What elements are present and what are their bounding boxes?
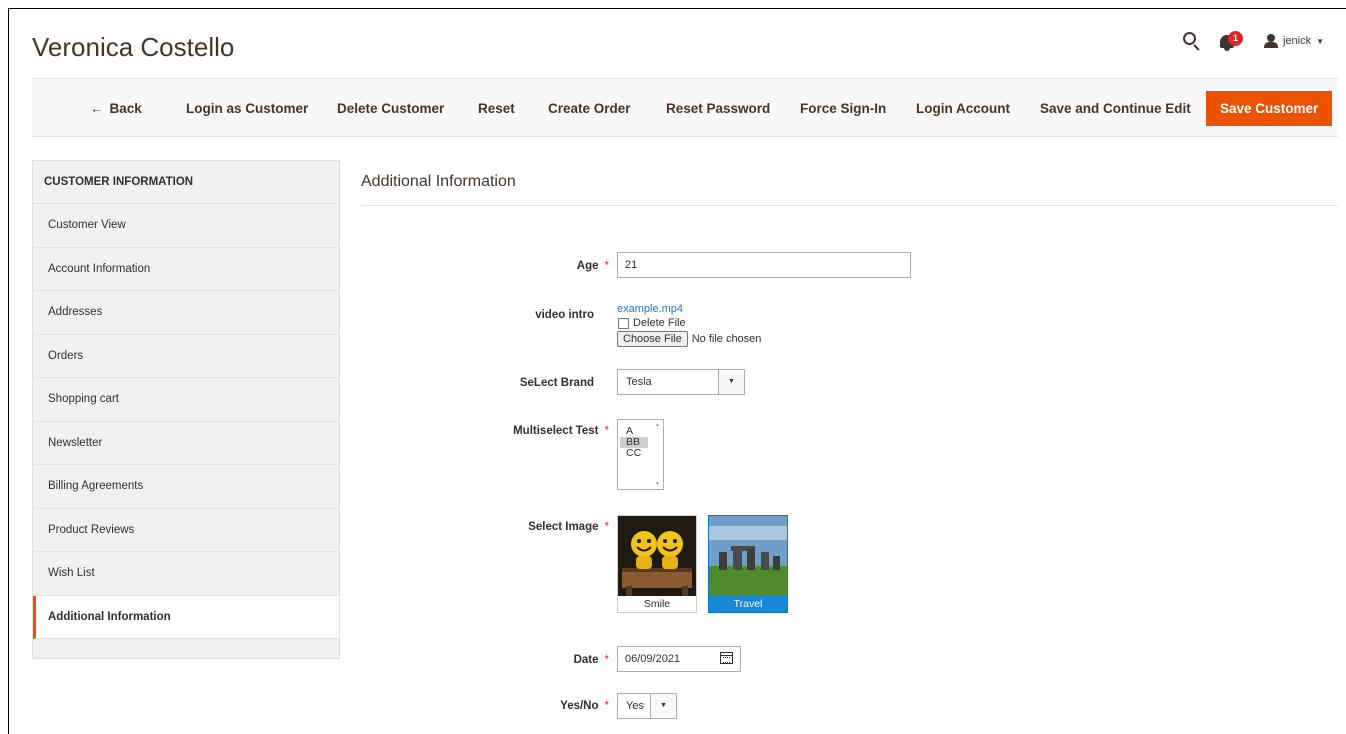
date-label: Date * xyxy=(573,654,609,666)
section-divider xyxy=(361,205,1338,206)
page-actions-toolbar: ← Back Login as Customer Delete Customer … xyxy=(32,78,1338,137)
reset-button[interactable]: Reset xyxy=(478,93,515,125)
image-option-caption: Travel xyxy=(733,598,763,610)
sidebar-item-wish-list[interactable]: Wish List xyxy=(33,552,339,596)
user-icon xyxy=(1263,34,1278,48)
multiselect-scrollbar[interactable]: ▲ ▼ xyxy=(653,420,663,489)
required-mark: * xyxy=(604,700,609,712)
delete-file-checkbox[interactable] xyxy=(618,317,629,329)
required-mark: * xyxy=(604,654,609,666)
back-button[interactable]: ← Back xyxy=(90,93,142,125)
video-intro-label: video intro xyxy=(535,309,594,321)
smile-image xyxy=(618,516,696,596)
delete-file-row: Delete File xyxy=(618,317,686,329)
customer-info-sidebar: CUSTOMER INFORMATION Customer View Accou… xyxy=(32,160,340,659)
notifications-button[interactable]: 1 xyxy=(1219,31,1246,51)
select-image-label: Select Image * xyxy=(528,521,609,533)
no-file-text: No file chosen xyxy=(691,333,762,345)
create-order-button[interactable]: Create Order xyxy=(548,93,631,125)
scroll-up-icon: ▲ xyxy=(655,422,660,428)
sidebar-item-additional-information[interactable]: Additional Information xyxy=(33,595,339,639)
image-option-caption: Smile xyxy=(643,598,671,610)
age-input[interactable]: 21 xyxy=(617,252,911,278)
brand-label: SeLect Brand xyxy=(519,377,594,389)
calendar-icon[interactable] xyxy=(720,652,733,664)
required-mark: * xyxy=(604,425,609,437)
force-sign-in-button[interactable]: Force Sign-In xyxy=(800,93,886,125)
multiselect-option-cc[interactable]: CC xyxy=(620,448,648,459)
chevron-down-icon: ▼ xyxy=(650,694,676,718)
age-label: Age * xyxy=(576,260,609,272)
sidebar-item-shopping-cart[interactable]: Shopping cart xyxy=(33,378,339,422)
sidebar-item-addresses[interactable]: Addresses xyxy=(33,291,339,335)
caret-down-icon: ▼ xyxy=(1316,36,1324,46)
image-option-travel[interactable]: Travel xyxy=(708,515,788,613)
multiselect-label: Multiselect Test * xyxy=(513,425,609,437)
delete-customer-button[interactable]: Delete Customer xyxy=(337,93,444,125)
user-menu[interactable]: jenick ▼ xyxy=(1263,34,1324,48)
yes-no-label: Yes/No * xyxy=(560,700,609,712)
video-file-link[interactable]: example.mp4 xyxy=(617,303,683,315)
chevron-down-icon: ▼ xyxy=(718,370,744,394)
multiselect-list[interactable]: A BB CC ▲ ▼ xyxy=(617,419,664,490)
sidebar-item-newsletter[interactable]: Newsletter xyxy=(33,422,339,465)
brand-select[interactable]: Tesla ▼ xyxy=(617,369,745,395)
login-account-button[interactable]: Login Account xyxy=(916,93,1010,125)
sidebar-item-product-reviews[interactable]: Product Reviews xyxy=(33,509,339,552)
yes-no-select[interactable]: Yes ▼ xyxy=(617,693,677,719)
delete-file-label: Delete File xyxy=(633,317,686,329)
arrow-left-icon: ← xyxy=(90,101,104,116)
sidebar-title: CUSTOMER INFORMATION xyxy=(33,161,339,204)
file-chooser: Choose File No file chosen xyxy=(617,331,761,347)
scroll-down-icon: ▼ xyxy=(655,481,660,487)
user-name: jenick xyxy=(1282,35,1312,47)
save-customer-button[interactable]: Save Customer xyxy=(1206,91,1333,126)
choose-file-button[interactable]: Choose File xyxy=(617,331,688,347)
search-icon[interactable] xyxy=(1182,31,1202,51)
admin-page: Veronica Costello 1 jenick ▼ ← Back Login… xyxy=(8,8,1346,734)
required-mark: * xyxy=(604,521,609,533)
login-as-customer-button[interactable]: Login as Customer xyxy=(186,93,308,125)
required-mark: * xyxy=(604,260,609,272)
header-actions: 1 jenick ▼ xyxy=(1182,31,1324,51)
sidebar-item-billing-agreements[interactable]: Billing Agreements xyxy=(33,465,339,509)
yes-no-select-value: Yes xyxy=(626,700,644,712)
brand-select-value: Tesla xyxy=(626,376,652,388)
save-and-continue-button[interactable]: Save and Continue Edit xyxy=(1040,93,1191,125)
sidebar-item-customer-view[interactable]: Customer View xyxy=(33,204,339,248)
section-title: Additional Information xyxy=(361,173,516,190)
image-option-smile[interactable]: Smile xyxy=(617,515,697,613)
page-title: Veronica Costello xyxy=(32,32,235,62)
sidebar-item-orders[interactable]: Orders xyxy=(33,335,339,378)
travel-image xyxy=(709,516,787,596)
notification-badge: 1 xyxy=(1227,31,1243,46)
sidebar-item-account-information[interactable]: Account Information xyxy=(33,248,339,291)
reset-password-button[interactable]: Reset Password xyxy=(666,93,770,125)
